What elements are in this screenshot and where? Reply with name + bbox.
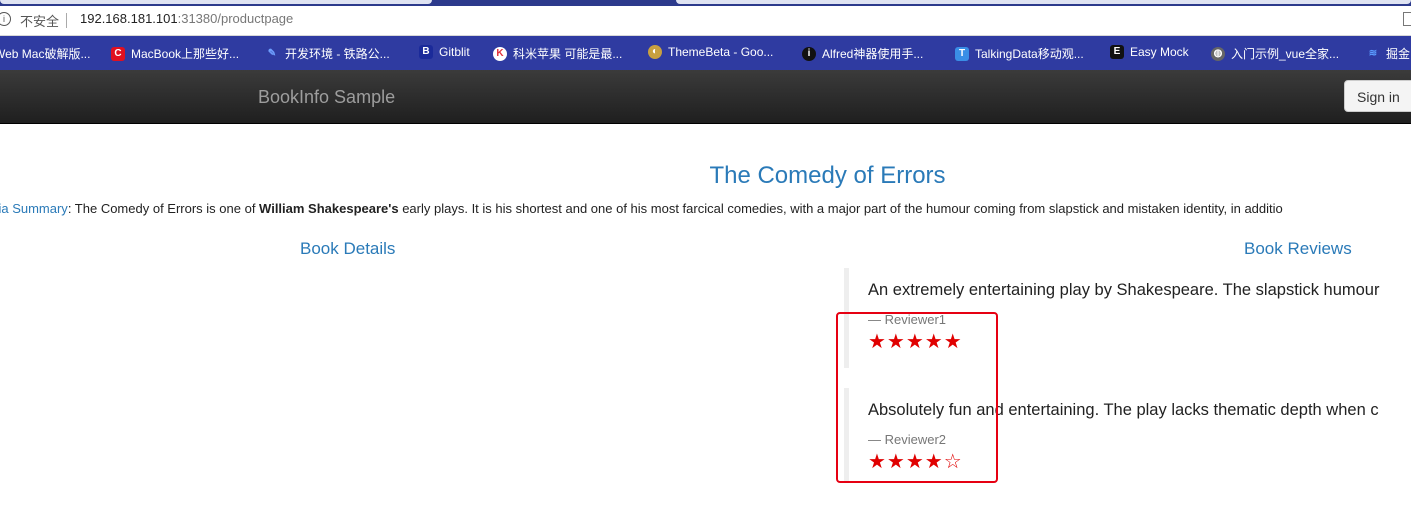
page-title: The Comedy of Errors [709,162,946,189]
tab-active[interactable] [0,0,432,4]
bookmark-label: 开发环境 - 铁路公... [285,47,390,61]
security-label[interactable]: 不安全 [20,11,59,30]
juejin-icon: ≋ [1368,47,1378,59]
bookmark-item[interactable]: ◐ ThemeBeta - Goo... [648,45,773,59]
book-details-heading: Book Details [300,239,396,258]
bookmark-label: 掘金 [1386,47,1411,61]
bookmark-item[interactable]: C MacBook上那些好... [111,45,239,62]
bookmark-item[interactable]: Web Mac破解版... [0,45,90,62]
address-bar[interactable]: i 不安全 192.168.181.101:31380/productpage [0,6,1411,36]
bookmark-label: 科米苹果 可能是最... [513,47,623,61]
bookmark-label: MacBook上那些好... [131,47,240,61]
bookmark-label: 入门示例_vue全家... [1231,47,1340,61]
bookmark-item[interactable]: i Alfred神器使用手... [802,45,923,62]
bookmark-item[interactable]: K 科米苹果 可能是最... [493,45,622,62]
globe-icon: ◍ [1211,46,1225,61]
t-logo-icon: T [955,46,969,61]
bookmark-item[interactable]: B Gitblit [419,45,470,59]
gitblit-icon: B [419,45,433,59]
bookmark-label: TalkingData移动观... [975,47,1084,61]
palette-icon: ◐ [648,45,662,59]
url-host: 192.168.181.101 [80,11,178,26]
bookmark-label: Web Mac破解版... [0,47,91,61]
sign-in-button[interactable]: Sign in [1344,80,1411,112]
bookmark-label: Alfred神器使用手... [822,47,924,61]
product-summary: edia Summary: The Comedy of Errors is on… [0,201,1283,216]
k-logo-icon: K [493,46,507,61]
info-icon[interactable]: i [0,12,11,26]
annotation-highlight-box [836,312,998,483]
bookmark-item[interactable]: E Easy Mock [1110,45,1189,59]
bookmark-item[interactable]: ◍ 入门示例_vue全家... [1211,45,1339,62]
bookmark-item[interactable]: ✎ 开发环境 - 铁路公... [265,45,390,62]
wikipedia-summary-link[interactable]: edia Summary [0,201,68,216]
bookmarks-bar: Web Mac破解版... C MacBook上那些好... ✎ 开发环境 - 铁路… [0,36,1411,70]
info-icon: i [802,46,816,61]
tab-inactive[interactable] [676,0,1411,4]
top-navbar: BookInfo Sample Sign in [0,70,1411,124]
bookmark-label: ThemeBeta - Goo... [668,45,774,59]
url-text[interactable]: 192.168.181.101:31380/productpage [80,11,293,26]
summary-suffix: early plays. It is his shortest and one … [398,201,1283,216]
bookmark-label: Gitblit [439,45,470,59]
e-logo-icon: E [1110,45,1124,59]
bookmark-label: Easy Mock [1130,45,1189,59]
summary-author: William Shakespeare's [259,201,399,216]
brand-link[interactable]: BookInfo Sample [258,87,395,108]
bookmark-item[interactable]: T TalkingData移动观... [955,45,1084,62]
reader-icon[interactable] [1403,12,1411,26]
url-path: :31380/productpage [177,11,294,26]
pencil-icon: ✎ [267,47,277,59]
summary-prefix: : The Comedy of Errors is one of [67,201,260,216]
book-reviews-heading: Book Reviews [1244,239,1352,258]
bookmark-item[interactable]: ≋ 掘金 [1366,45,1410,62]
c-logo-icon: C [111,46,125,61]
review-text: An extremely entertaining play by Shakes… [868,281,1380,299]
address-divider [66,13,67,28]
